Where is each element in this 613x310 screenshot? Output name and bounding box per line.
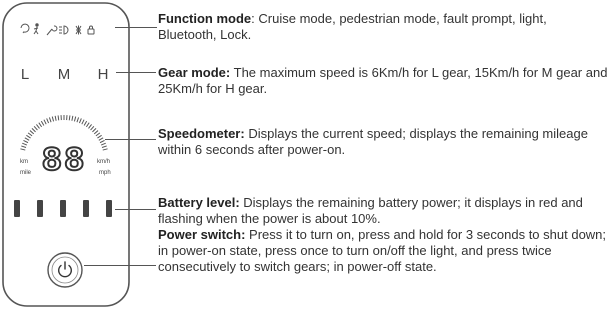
display-device: L M H 88 km mile km/h mph — [2, 2, 130, 307]
unit-km-label: km — [20, 159, 28, 165]
callout-title: Function mode — [158, 11, 252, 26]
battery-segment — [37, 200, 43, 217]
gear-m-label: M — [58, 66, 71, 83]
dial-tick — [57, 115, 60, 121]
speed-digits: 88 — [41, 142, 87, 182]
callout-speedometer: Speedometer: Displays the current speed;… — [158, 126, 608, 158]
callout-function-mode: Function mode: Cruise mode, pedestrian m… — [158, 11, 547, 42]
unit-kmh-label: km/h — [97, 159, 110, 165]
leader-line-power — [84, 265, 156, 266]
callout-title: Gear mode: — [158, 65, 231, 80]
callout-title: Battery level: — [158, 195, 240, 210]
callout-battery-level: Battery level: Displays the remaining ba… — [158, 195, 608, 227]
leader-line-gear — [116, 72, 156, 73]
power-button[interactable] — [47, 252, 83, 288]
battery-segment — [14, 200, 20, 217]
gear-h-label: H — [98, 66, 109, 83]
leader-line-function — [115, 27, 157, 28]
callout-gear-mode: Gear mode: The maximum speed is 6Km/h fo… — [158, 65, 608, 97]
leader-line-speedometer — [105, 139, 156, 140]
leader-line-battery — [115, 209, 156, 210]
battery-segment — [60, 200, 66, 217]
dial-tick — [68, 115, 71, 121]
unit-mph-label: mph — [99, 170, 111, 176]
battery-segment — [83, 200, 89, 217]
gear-l-label: L — [21, 66, 29, 83]
callout-title: Speedometer: — [158, 126, 245, 141]
callout-power-switch: Power switch: Press it to turn on, press… — [158, 227, 608, 275]
callout-title: Power switch: — [158, 227, 246, 242]
unit-mile-label: mile — [20, 170, 32, 176]
battery-segment — [106, 200, 112, 217]
bluetooth-icon — [75, 25, 82, 35]
svg-text:88: 88 — [42, 143, 87, 181]
